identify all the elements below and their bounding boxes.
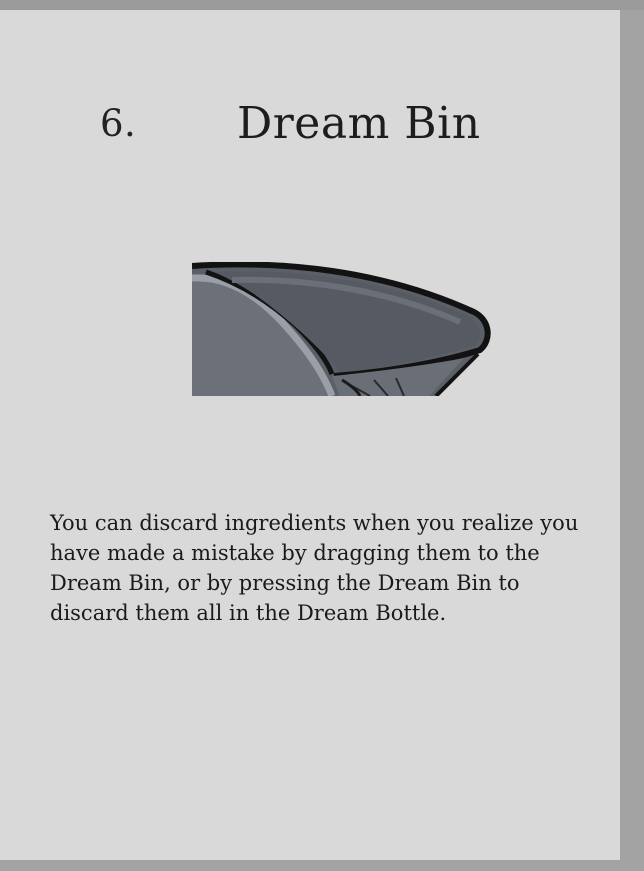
tutorial-card: 6. Dream Bin You can discard ingredients… [0,10,620,860]
step-number: 6. [100,102,137,145]
tutorial-screen: 6. Dream Bin You can discard ingredients… [0,0,644,871]
top-frame-strip [0,0,644,10]
dream-bin-icon [192,262,491,396]
description-text: You can discard ingredients when you rea… [50,511,579,625]
page-title: Dream Bin [237,98,481,149]
